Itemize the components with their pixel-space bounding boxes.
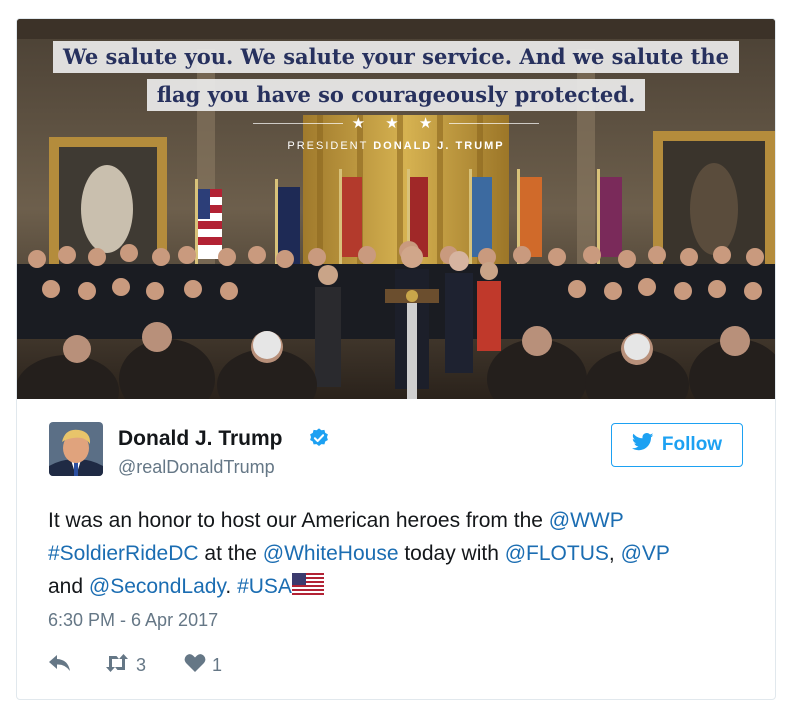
quote-line-1: We salute you. We salute your service. A… <box>52 41 739 73</box>
retweet-icon <box>104 653 130 678</box>
us-flag-emoji-icon <box>291 572 324 605</box>
tweet-actions: 3 1 <box>48 653 222 678</box>
mention-secondlady[interactable]: @SecondLady <box>89 575 226 598</box>
quote-line-2: flag you have so courageously protected. <box>146 79 646 111</box>
like-count: 1 <box>212 655 223 675</box>
mention-vp[interactable]: @VP <box>621 542 670 565</box>
reply-button[interactable] <box>48 654 72 677</box>
hashtag-soldierridedc[interactable]: #SoldierRideDC <box>48 542 199 565</box>
follow-label: Follow <box>661 434 723 455</box>
heart-icon <box>184 653 206 678</box>
byline-name: DONALD J. TRUMP <box>373 140 505 152</box>
mention-flotus[interactable]: @FLOTUS <box>505 542 609 565</box>
mention-wwp[interactable]: @WWP <box>549 509 624 532</box>
hashtag-usa[interactable]: #USA <box>237 575 292 598</box>
tweet-photo[interactable]: We salute you. We salute your service. A… <box>17 19 775 399</box>
tweet-card: We salute you. We salute your service. A… <box>16 18 776 700</box>
follow-button[interactable]: Follow <box>611 423 743 467</box>
author-name[interactable]: Donald J. Trump <box>118 427 283 451</box>
tweet-text-segment: and <box>48 575 89 598</box>
tweet-text-segment: It was an honor to host our American her… <box>48 509 549 532</box>
verified-badge-icon <box>308 427 330 449</box>
reply-icon <box>48 654 72 677</box>
byline-prefix: PRESIDENT <box>287 140 369 152</box>
tweet-text-segment: . <box>225 575 238 598</box>
like-button[interactable]: 1 <box>184 653 222 678</box>
author-handle[interactable]: @realDonaldTrump <box>118 457 275 478</box>
bird-icon <box>631 433 654 457</box>
avatar-image <box>49 422 103 476</box>
stars-decoration: ★ ★ ★ <box>351 115 441 132</box>
retweet-button[interactable]: 3 <box>104 653 146 678</box>
retweet-count: 3 <box>136 655 147 675</box>
avatar[interactable] <box>49 422 103 476</box>
tweet-timestamp[interactable]: 6:30 PM - 6 Apr 2017 <box>48 610 218 631</box>
tweet-text: It was an honor to host our American her… <box>48 504 748 605</box>
photo-byline: PRESIDENT DONALD J. TRUMP <box>17 140 775 152</box>
tweet-text-segment: at the <box>198 542 263 565</box>
tweet-text-segment: , <box>608 542 621 565</box>
photo-quote: We salute you. We salute your service. A… <box>17 41 775 117</box>
mention-whitehouse[interactable]: @WhiteHouse <box>263 542 399 565</box>
tweet-text-segment: today with <box>398 542 505 565</box>
